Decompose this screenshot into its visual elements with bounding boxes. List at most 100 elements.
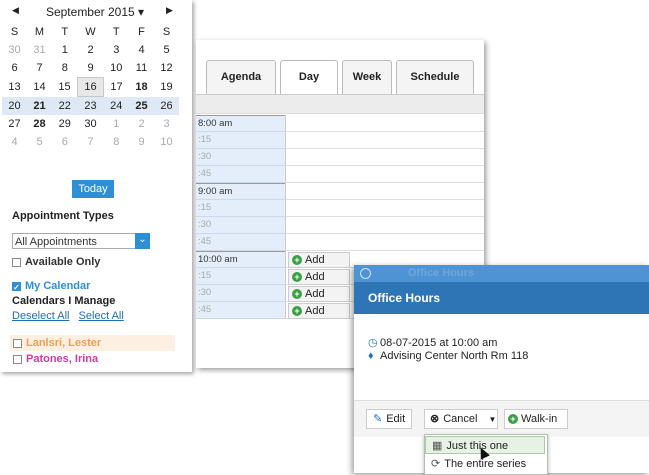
time-slot[interactable]: :15 [196,132,484,149]
time-cell[interactable] [285,217,484,234]
calendar-day[interactable]: 13 [2,78,27,97]
person-checkbox[interactable] [13,354,22,364]
time-slot[interactable]: 9:00 am [196,183,484,200]
calendar-day[interactable]: 8 [52,59,78,78]
calendar-day[interactable]: 4 [2,133,27,151]
tab-week[interactable]: Week [342,60,392,94]
calendar-day[interactable]: 11 [129,59,154,78]
calendar-day[interactable]: 22 [52,96,78,115]
calendar-day[interactable]: 1 [52,41,78,59]
time-slot[interactable]: :45 [196,234,484,251]
calendar-day[interactable]: 1 [104,115,130,133]
time-label: :30 [196,217,285,234]
tab-schedule[interactable]: Schedule [396,60,474,94]
menu-item-entire-series[interactable]: ⟳ The entire series [425,455,545,473]
person-name: Lanlsri, Lester [26,337,102,349]
weekday-header: F [138,26,145,38]
calendar-day[interactable]: 2 [129,115,154,133]
person-name: Patones, Irina [26,353,99,365]
time-slot[interactable]: :45 [196,166,484,183]
x-circle-icon: ⊗ [430,413,440,425]
calendar-day[interactable]: 23 [77,96,104,115]
calendar-day[interactable]: 28 [27,115,52,133]
calendar-person-item[interactable]: Lanlsri, Lester [10,335,175,351]
calendar-day[interactable]: 27 [2,115,27,133]
calendar-day[interactable]: 7 [27,59,52,78]
appointment-location: ♦ Advising Center North Rm 118 [368,350,528,362]
calendar-day[interactable]: 21 [27,96,52,115]
tab-agenda[interactable]: Agenda [206,60,276,94]
tab-day[interactable]: Day [280,60,338,95]
time-cell[interactable] [285,200,484,217]
my-calendar-checkbox[interactable]: ✓ [12,281,21,292]
calendar-day[interactable]: 10 [104,59,130,78]
calendar-day[interactable]: 25 [129,96,154,115]
calendar-day[interactable]: 8 [104,133,130,151]
calendar-day[interactable]: 18 [129,78,154,97]
my-calendar-option[interactable]: ✓ My Calendar [12,280,90,292]
time-cell[interactable] [285,166,484,183]
person-checkbox[interactable] [13,338,22,348]
selection-links: Deselect All Select All [12,310,124,322]
edit-button[interactable]: ✎ Edit [366,409,412,429]
time-label: :15 [196,200,285,217]
plus-circle-icon: + [292,289,302,300]
walk-in-button[interactable]: + Walk-in [504,409,568,429]
add-appointment-button[interactable]: + Add [288,286,350,302]
chevron-down-icon[interactable]: ⌄ [135,233,150,249]
calendar-day[interactable]: 29 [52,115,78,133]
popover-title: Office Hours [354,282,649,314]
calendar-day[interactable]: 30 [78,115,104,133]
calendar-day[interactable]: 5 [27,133,52,151]
calendar-day[interactable]: 6 [52,133,78,151]
next-month-icon[interactable]: ▶ [166,5,173,16]
calendar-day[interactable]: 10 [154,133,179,151]
calendar-day[interactable]: 16 [77,77,104,97]
today-button[interactable]: Today [72,180,114,198]
calendar-person-item[interactable]: Patones, Irina [10,351,175,367]
time-label: :30 [196,285,285,302]
time-slot[interactable]: 8:00 am [196,115,484,132]
calendar-day[interactable]: 31 [27,41,52,59]
add-appointment-button[interactable]: + Add [288,269,350,285]
calendar-day[interactable]: 4 [129,41,154,59]
calendar-day[interactable]: 26 [154,96,179,115]
select-all-link[interactable]: Select All [79,310,124,322]
appointment-type-select[interactable]: All Appointments [12,233,149,249]
time-cell[interactable] [285,132,484,149]
calendar-day[interactable]: 3 [104,41,130,59]
calendar-day[interactable]: 7 [78,133,104,151]
add-appointment-button[interactable]: + Add [288,303,350,319]
calendar-day[interactable]: 5 [154,41,179,59]
time-cell[interactable] [285,183,484,200]
calendar-day[interactable]: 17 [104,78,130,97]
calendar-day[interactable]: 30 [2,41,27,59]
calendar-day[interactable]: 6 [2,59,27,78]
time-cell[interactable] [285,149,484,166]
calendar-day[interactable]: 14 [27,78,52,97]
month-dropdown[interactable]: September 2015 ▾ [40,5,150,19]
available-only-checkbox[interactable] [12,257,21,267]
prev-month-icon[interactable]: ◀ [12,5,19,16]
calendar-day[interactable]: 2 [78,41,104,59]
deselect-all-link[interactable]: Deselect All [12,310,69,322]
time-cell[interactable] [285,115,484,132]
calendar-day[interactable]: 19 [154,78,179,97]
calendar-day[interactable]: 3 [154,115,179,133]
day-header-band [196,94,484,114]
calendar-day[interactable]: 15 [52,78,78,97]
clock-icon [360,268,371,279]
calendar-day[interactable]: 9 [129,133,154,151]
calendar-day[interactable]: 20 [2,96,27,115]
calendar-day[interactable]: 12 [154,59,179,78]
calendar-day[interactable]: 9 [78,59,104,78]
time-cell[interactable] [285,234,484,251]
time-label: :15 [196,132,285,149]
time-slot[interactable]: :15 [196,200,484,217]
calendar-day[interactable]: 24 [103,96,129,115]
add-appointment-button[interactable]: + Add [288,252,350,268]
time-slot[interactable]: :30 [196,149,484,166]
time-slot[interactable]: :30 [196,217,484,234]
available-only-option[interactable]: Available Only [12,256,100,268]
cancel-dropdown-button[interactable]: ⊗ Cancel ▼ [424,409,498,429]
